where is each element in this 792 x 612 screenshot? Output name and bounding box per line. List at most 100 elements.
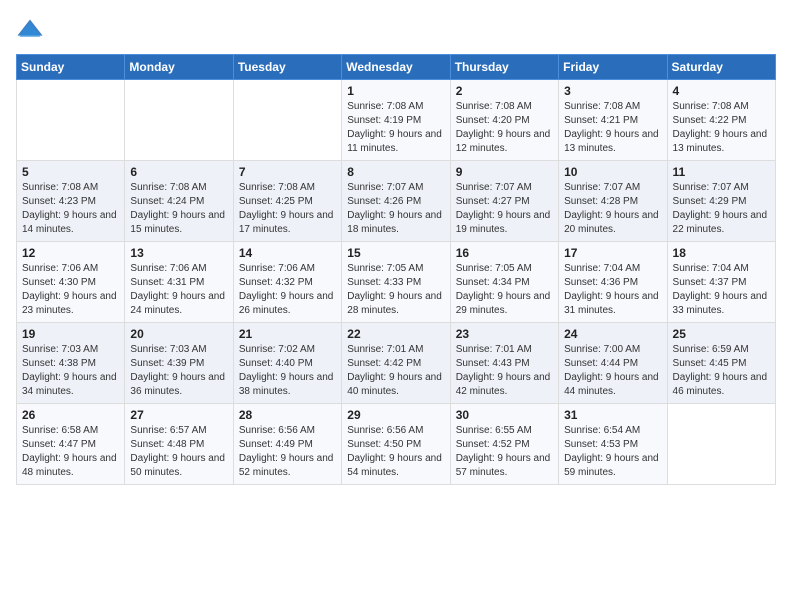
- calendar-cell: 21Sunrise: 7:02 AMSunset: 4:40 PMDayligh…: [233, 323, 341, 404]
- calendar-cell: 22 Sunrise: 7:01 AMSunset: 4:42 PMDayligh…: [342, 323, 450, 404]
- weekday-header-sunday: Sunday: [17, 55, 125, 80]
- day-info: Sunrise: 6:57 AMSunset: 4:48 PMDaylight:…: [130, 424, 227, 480]
- day-info: Sunrise: 7:06 AMSunset: 4:30 PMDaylight:…: [22, 262, 119, 318]
- day-number: 3: [564, 84, 661, 98]
- day-number: 7: [239, 165, 336, 179]
- calendar-week-row: 5Sunrise: 7:08 AMSunset: 4:23 PMDaylight…: [17, 161, 776, 242]
- calendar-week-row: 19 Sunrise: 7:03 AMSunset: 4:38 PMDayligh…: [17, 323, 776, 404]
- calendar-cell: 30 Sunrise: 6:55 AMSunset: 4:52 PMDayligh…: [450, 404, 558, 485]
- day-info: Sunrise: 7:07 AMSunset: 4:29 PMDaylight:…: [673, 181, 770, 237]
- calendar-cell: 20 Sunrise: 7:03 AMSunset: 4:39 PMDayligh…: [125, 323, 233, 404]
- day-info: Sunrise: 7:07 AMSunset: 4:28 PMDaylight:…: [564, 181, 661, 237]
- day-number: 10: [564, 165, 661, 179]
- calendar-cell: 10 Sunrise: 7:07 AMSunset: 4:28 PMDayligh…: [559, 161, 667, 242]
- calendar-cell: 31 Sunrise: 6:54 AMSunset: 4:53 PMDayligh…: [559, 404, 667, 485]
- day-number: 2: [456, 84, 553, 98]
- day-number: 17: [564, 246, 661, 260]
- day-number: 23: [456, 327, 553, 341]
- day-info: Sunrise: 7:07 AMSunset: 4:27 PMDaylight:…: [456, 181, 553, 237]
- calendar-cell: 1 Sunrise: 7:08 AMSunset: 4:19 PMDaylight…: [342, 80, 450, 161]
- day-info: Sunrise: 6:56 AMSunset: 4:50 PMDaylight:…: [347, 424, 444, 480]
- day-number: 8: [347, 165, 444, 179]
- day-info: Sunrise: 6:55 AMSunset: 4:52 PMDaylight:…: [456, 424, 553, 480]
- calendar-cell: 5Sunrise: 7:08 AMSunset: 4:23 PMDaylight…: [17, 161, 125, 242]
- day-info: Sunrise: 7:08 AMSunset: 4:19 PMDaylight:…: [347, 100, 444, 156]
- calendar-cell: 9Sunrise: 7:07 AMSunset: 4:27 PMDaylight…: [450, 161, 558, 242]
- calendar-cell: 12 Sunrise: 7:06 AMSunset: 4:30 PMDayligh…: [17, 242, 125, 323]
- day-number: 11: [673, 165, 770, 179]
- weekday-header-monday: Monday: [125, 55, 233, 80]
- day-info: Sunrise: 7:08 AMSunset: 4:24 PMDaylight:…: [130, 181, 227, 237]
- calendar-cell: 24 Sunrise: 7:00 AMSunset: 4:44 PMDayligh…: [559, 323, 667, 404]
- day-info: Sunrise: 7:07 AMSunset: 4:26 PMDaylight:…: [347, 181, 444, 237]
- page-header: [16, 16, 776, 44]
- day-number: 30: [456, 408, 553, 422]
- calendar-cell: 14 Sunrise: 7:06 AMSunset: 4:32 PMDayligh…: [233, 242, 341, 323]
- day-info: Sunrise: 7:03 AMSunset: 4:39 PMDaylight:…: [130, 343, 227, 399]
- calendar-cell: 27 Sunrise: 6:57 AMSunset: 4:48 PMDayligh…: [125, 404, 233, 485]
- day-info: Sunrise: 7:01 AMSunset: 4:42 PMDaylight:…: [347, 343, 444, 399]
- logo-icon: [16, 16, 44, 44]
- day-number: 27: [130, 408, 227, 422]
- day-number: 15: [347, 246, 444, 260]
- day-info: Sunrise: 7:08 AMSunset: 4:25 PMDaylight:…: [239, 181, 336, 237]
- calendar-cell: 3 Sunrise: 7:08 AMSunset: 4:21 PMDaylight…: [559, 80, 667, 161]
- day-info: Sunrise: 7:08 AMSunset: 4:22 PMDaylight:…: [673, 100, 770, 156]
- weekday-header-friday: Friday: [559, 55, 667, 80]
- day-info: Sunrise: 7:06 AMSunset: 4:32 PMDaylight:…: [239, 262, 336, 318]
- day-number: 4: [673, 84, 770, 98]
- calendar-header-row: SundayMondayTuesdayWednesdayThursdayFrid…: [17, 55, 776, 80]
- day-info: Sunrise: 6:59 AMSunset: 4:45 PMDaylight:…: [673, 343, 770, 399]
- day-info: Sunrise: 7:02 AMSunset: 4:40 PMDaylight:…: [239, 343, 336, 399]
- day-number: 19: [22, 327, 119, 341]
- day-number: 6: [130, 165, 227, 179]
- calendar-cell: [233, 80, 341, 161]
- day-number: 25: [673, 327, 770, 341]
- day-info: Sunrise: 6:54 AMSunset: 4:53 PMDaylight:…: [564, 424, 661, 480]
- day-info: Sunrise: 6:58 AMSunset: 4:47 PMDaylight:…: [22, 424, 119, 480]
- day-number: 12: [22, 246, 119, 260]
- calendar-cell: 13Sunrise: 7:06 AMSunset: 4:31 PMDayligh…: [125, 242, 233, 323]
- calendar-cell: 11 Sunrise: 7:07 AMSunset: 4:29 PMDayligh…: [667, 161, 775, 242]
- calendar-cell: 15 Sunrise: 7:05 AMSunset: 4:33 PMDayligh…: [342, 242, 450, 323]
- calendar-cell: [125, 80, 233, 161]
- calendar-cell: 8 Sunrise: 7:07 AMSunset: 4:26 PMDaylight…: [342, 161, 450, 242]
- calendar-week-row: 1 Sunrise: 7:08 AMSunset: 4:19 PMDaylight…: [17, 80, 776, 161]
- weekday-header-tuesday: Tuesday: [233, 55, 341, 80]
- calendar-cell: 29 Sunrise: 6:56 AMSunset: 4:50 PMDayligh…: [342, 404, 450, 485]
- day-number: 5: [22, 165, 119, 179]
- calendar-cell: 16 Sunrise: 7:05 AMSunset: 4:34 PMDayligh…: [450, 242, 558, 323]
- day-info: Sunrise: 7:04 AMSunset: 4:36 PMDaylight:…: [564, 262, 661, 318]
- day-number: 29: [347, 408, 444, 422]
- day-number: 28: [239, 408, 336, 422]
- day-number: 24: [564, 327, 661, 341]
- calendar-cell: 7 Sunrise: 7:08 AMSunset: 4:25 PMDaylight…: [233, 161, 341, 242]
- day-number: 16: [456, 246, 553, 260]
- day-number: 26: [22, 408, 119, 422]
- calendar-cell: 23Sunrise: 7:01 AMSunset: 4:43 PMDayligh…: [450, 323, 558, 404]
- calendar-cell: 17 Sunrise: 7:04 AMSunset: 4:36 PMDayligh…: [559, 242, 667, 323]
- day-info: Sunrise: 7:08 AMSunset: 4:20 PMDaylight:…: [456, 100, 553, 156]
- day-info: Sunrise: 7:05 AMSunset: 4:34 PMDaylight:…: [456, 262, 553, 318]
- day-info: Sunrise: 7:08 AMSunset: 4:21 PMDaylight:…: [564, 100, 661, 156]
- day-number: 18: [673, 246, 770, 260]
- calendar-cell: 26 Sunrise: 6:58 AMSunset: 4:47 PMDayligh…: [17, 404, 125, 485]
- day-number: 20: [130, 327, 227, 341]
- day-number: 1: [347, 84, 444, 98]
- day-info: Sunrise: 7:05 AMSunset: 4:33 PMDaylight:…: [347, 262, 444, 318]
- day-info: Sunrise: 7:00 AMSunset: 4:44 PMDaylight:…: [564, 343, 661, 399]
- calendar-cell: 2 Sunrise: 7:08 AMSunset: 4:20 PMDaylight…: [450, 80, 558, 161]
- day-info: Sunrise: 7:03 AMSunset: 4:38 PMDaylight:…: [22, 343, 119, 399]
- day-number: 31: [564, 408, 661, 422]
- day-number: 14: [239, 246, 336, 260]
- calendar-cell: 25 Sunrise: 6:59 AMSunset: 4:45 PMDayligh…: [667, 323, 775, 404]
- calendar-cell: 18Sunrise: 7:04 AMSunset: 4:37 PMDayligh…: [667, 242, 775, 323]
- calendar-cell: [17, 80, 125, 161]
- day-info: Sunrise: 7:06 AMSunset: 4:31 PMDaylight:…: [130, 262, 227, 318]
- day-info: Sunrise: 6:56 AMSunset: 4:49 PMDaylight:…: [239, 424, 336, 480]
- day-number: 22: [347, 327, 444, 341]
- calendar-cell: 19 Sunrise: 7:03 AMSunset: 4:38 PMDayligh…: [17, 323, 125, 404]
- weekday-header-wednesday: Wednesday: [342, 55, 450, 80]
- calendar-week-row: 12 Sunrise: 7:06 AMSunset: 4:30 PMDayligh…: [17, 242, 776, 323]
- calendar-cell: 28 Sunrise: 6:56 AMSunset: 4:49 PMDayligh…: [233, 404, 341, 485]
